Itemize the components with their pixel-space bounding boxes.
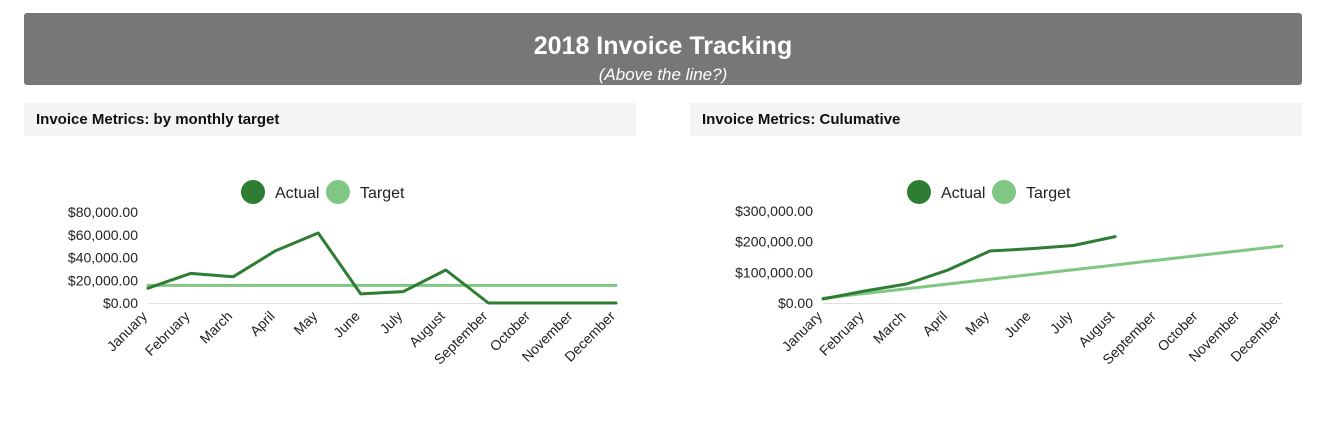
legend-label-target: Target [1026,185,1071,202]
y-tick-label: $20,000.00 [68,272,138,288]
x-tick-label: May [962,308,992,338]
x-tick-label: June [1001,308,1034,341]
y-tick-label: $300,000.00 [735,203,813,219]
legend-label-actual: Actual [275,185,319,202]
x-tick-label: August [406,308,448,350]
series-line-target [821,244,1284,300]
chart-legend: Actual Target [907,180,1071,204]
y-tick-label: $60,000.00 [68,227,138,243]
x-tick-label: June [330,308,363,341]
x-tick-label: April [247,308,278,339]
legend-marker-target [326,180,350,204]
legend-marker-actual [241,180,265,204]
y-axis: $0.00 $20,000.00 $40,000.00 $60,000.00 $80,0… [68,204,138,311]
series-line-actual [821,235,1117,301]
series-line-actual [146,231,618,305]
panel-header-cumulative: Invoice Metrics: Culumative [690,103,1302,136]
y-tick-label: $40,000.00 [68,250,138,266]
x-axis: JanuaryFebruary March April May June July Augu… [104,308,619,368]
y-tick-label: $0.00 [778,295,813,311]
x-tick-label: April [919,308,950,339]
legend-marker-target [992,180,1016,204]
chart-cumulative: Actual Target$0.00$100,000.00$200,000.00$… [735,180,1285,368]
x-axis: JanuaryFebruary March April May June July Augu… [779,308,1285,368]
x-tick-label: July [376,308,405,337]
x-tick-label: July [1047,308,1076,337]
x-tick-label: February [142,308,193,359]
legend-label-target: Target [360,185,405,202]
y-tick-label: $100,000.00 [735,264,813,280]
y-tick-label: $80,000.00 [68,204,138,220]
x-tick-label: February [816,308,867,359]
chart-monthly: Actual Target $0.00 $20,000.00 $40,000.00 $60… [68,180,619,368]
x-tick-label: March [196,308,235,347]
page-subtitle: (Above the line?) [598,65,728,84]
y-axis: $0.00 $100,000.00 $200,000.00 $300,000.00 [735,203,813,311]
x-tick-label: May [290,308,320,338]
legend-label-actual: Actual [941,185,985,202]
panel-header-monthly: Invoice Metrics: by monthly target [24,103,636,136]
page-title: 2018 Invoice Tracking [533,32,793,60]
chart-legend: Actual Target [241,180,405,204]
y-tick-label: $0.00 [103,295,138,311]
x-tick-label: March [870,308,909,347]
legend-marker-actual [907,180,931,204]
y-tick-label: $200,000.00 [735,234,813,250]
title-banner: 2018 Invoice Tracking (Above the line?) [24,13,1302,85]
